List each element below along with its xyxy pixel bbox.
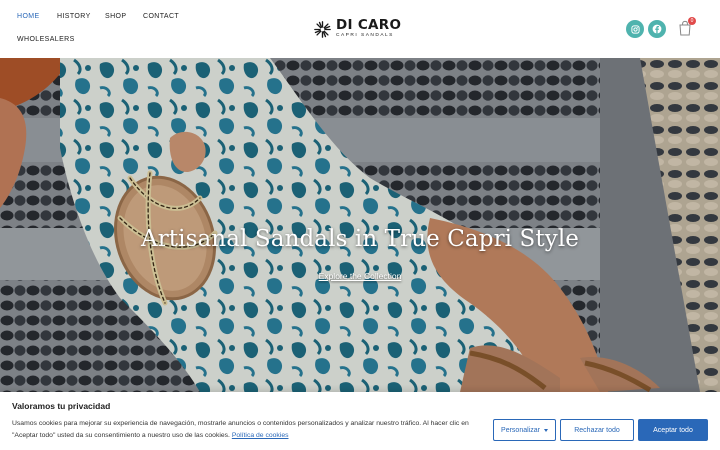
accept-label: Aceptar todo bbox=[653, 426, 693, 434]
reject-all-button[interactable]: Rechazar todo bbox=[560, 419, 634, 441]
cookie-title: Valoramos tu privacidad bbox=[12, 401, 111, 411]
cookie-policy-link[interactable]: Política de cookies bbox=[232, 432, 289, 439]
nav-home[interactable]: HOME bbox=[17, 13, 40, 20]
nav-history[interactable]: HISTORY bbox=[57, 13, 91, 20]
nav-shop[interactable]: SHOP bbox=[105, 13, 126, 20]
logo-subtitle: CAPRI SANDALS bbox=[336, 33, 394, 39]
sun-logo-icon bbox=[314, 20, 331, 38]
site-header: HOME HISTORY SHOP CONTACT WHOLESALERS DI… bbox=[0, 0, 720, 58]
customize-button[interactable]: Personalizar bbox=[493, 419, 556, 441]
site-logo[interactable]: DI CARO CAPRI SANDALS bbox=[314, 17, 404, 41]
facebook-button[interactable] bbox=[648, 20, 666, 38]
hero-banner: Artisanal Sandals in True Capri Style Ex… bbox=[0, 58, 720, 392]
explore-collection-link[interactable]: Explore the Collection bbox=[300, 271, 420, 281]
chevron-down-icon bbox=[543, 428, 548, 432]
reject-label: Rechazar todo bbox=[574, 426, 620, 434]
hero-photo bbox=[0, 58, 720, 392]
nav-contact[interactable]: CONTACT bbox=[143, 13, 179, 20]
cookie-description: Usamos cookies para mejorar su experienc… bbox=[12, 418, 490, 442]
cookie-consent-banner: Valoramos tu privacidad Usamos cookies p… bbox=[0, 392, 720, 450]
logo-title: DI CARO bbox=[336, 16, 402, 33]
accept-all-button[interactable]: Aceptar todo bbox=[638, 419, 708, 441]
customize-label: Personalizar bbox=[501, 426, 540, 434]
instagram-icon bbox=[630, 24, 640, 34]
instagram-button[interactable] bbox=[626, 20, 644, 38]
hero-title: Artisanal Sandals in True Capri Style bbox=[140, 226, 579, 252]
nav-wholesalers[interactable]: WHOLESALERS bbox=[17, 36, 75, 43]
cart-button[interactable]: 0 bbox=[678, 17, 696, 38]
cart-count-badge: 0 bbox=[688, 17, 696, 25]
facebook-icon bbox=[652, 24, 662, 34]
